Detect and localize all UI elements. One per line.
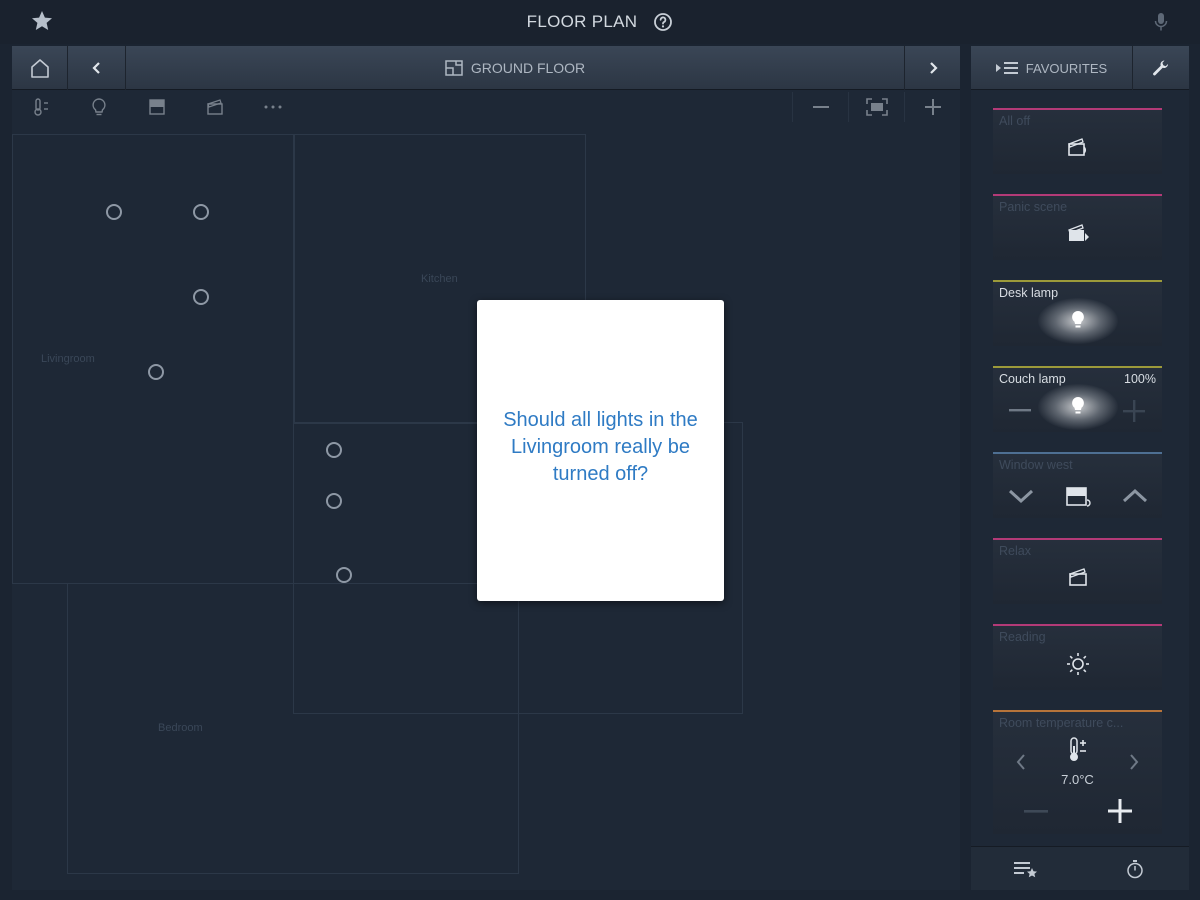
fit-to-screen-button[interactable] bbox=[848, 92, 904, 122]
light-bulb-icon bbox=[993, 310, 1162, 330]
light-marker[interactable] bbox=[326, 442, 342, 458]
floor-plan-icon bbox=[445, 60, 463, 76]
room-label: Kitchen bbox=[421, 273, 458, 285]
light-marker[interactable] bbox=[193, 204, 209, 220]
favourite-tile-room-temperature[interactable]: Room temperature c... 7.0°C bbox=[993, 710, 1162, 834]
chevron-up-icon bbox=[1122, 488, 1148, 503]
tile-title: Window west bbox=[999, 458, 1073, 472]
confirmation-dialog[interactable]: Should all lights in the Livingroom real… bbox=[477, 300, 724, 601]
plus-icon bbox=[1108, 799, 1132, 823]
light-marker[interactable] bbox=[148, 364, 164, 380]
next-floor-button[interactable] bbox=[904, 46, 960, 90]
temperature-increase-button[interactable] bbox=[1105, 798, 1135, 824]
room-livingroom[interactable]: Livingroom bbox=[12, 134, 294, 584]
tile-title: Desk lamp bbox=[999, 286, 1059, 300]
light-marker[interactable] bbox=[326, 493, 342, 509]
favourite-tile-reading[interactable]: Reading bbox=[993, 624, 1162, 690]
room-bedroom[interactable]: Bedroom bbox=[67, 583, 519, 874]
favourite-tile-all-off[interactable]: All off bbox=[993, 108, 1162, 174]
tile-title: Reading bbox=[999, 630, 1046, 644]
temperature-value: 7.0°C bbox=[1061, 772, 1094, 787]
fit-screen-icon bbox=[865, 98, 888, 116]
chevron-right-icon bbox=[1130, 754, 1139, 770]
tile-title: Panic scene bbox=[999, 200, 1068, 214]
dialog-message: Should all lights in the Livingroom real… bbox=[503, 409, 698, 485]
favourite-tile-desk-lamp[interactable]: Desk lamp bbox=[993, 280, 1162, 346]
chevron-left-icon bbox=[91, 62, 100, 74]
floor-selector[interactable]: GROUND FLOOR bbox=[126, 46, 904, 90]
dimmer-value: 100% bbox=[1124, 372, 1156, 386]
page-title: FLOOR PLAN bbox=[526, 12, 638, 31]
more-filter-button[interactable] bbox=[258, 92, 288, 122]
dim-up-button[interactable] bbox=[1121, 398, 1147, 424]
plus-icon bbox=[1123, 400, 1145, 422]
home-icon bbox=[30, 59, 49, 78]
star-icon[interactable] bbox=[30, 9, 54, 33]
sun-icon bbox=[993, 652, 1162, 676]
scene-icon bbox=[993, 222, 1162, 244]
list-star-icon bbox=[1013, 862, 1037, 878]
blinds-filter-button[interactable] bbox=[142, 92, 172, 122]
favourites-footer bbox=[971, 846, 1189, 890]
tile-title: Room temperature c... bbox=[999, 716, 1124, 730]
manage-favourites-button[interactable] bbox=[971, 847, 1080, 891]
edit-favourites-button[interactable] bbox=[1133, 46, 1189, 90]
favourites-panel: FAVOURITES All off Panic scene Desk lamp… bbox=[971, 46, 1189, 890]
more-dots-icon bbox=[264, 105, 282, 109]
timer-button[interactable] bbox=[1080, 847, 1189, 891]
microphone-icon[interactable] bbox=[1154, 12, 1168, 32]
light-marker[interactable] bbox=[193, 289, 209, 305]
floor-plan-toolbar bbox=[12, 92, 960, 122]
favourite-tile-panic-scene[interactable]: Panic scene bbox=[993, 194, 1162, 260]
thermometer-icon bbox=[34, 98, 48, 116]
chevron-right-icon bbox=[929, 62, 938, 74]
favourite-tile-relax[interactable]: Relax bbox=[993, 538, 1162, 604]
room-label: Livingroom bbox=[41, 353, 95, 365]
minus-icon bbox=[1024, 810, 1048, 813]
temperature-next-button[interactable] bbox=[1124, 750, 1144, 774]
room-label: Bedroom bbox=[158, 722, 203, 734]
wrench-icon bbox=[1153, 60, 1168, 76]
favourites-tab[interactable]: FAVOURITES bbox=[971, 46, 1133, 90]
light-marker[interactable] bbox=[106, 204, 122, 220]
floor-label: GROUND FLOOR bbox=[470, 60, 586, 76]
clapperboard-icon bbox=[993, 566, 1162, 588]
stopwatch-icon bbox=[1126, 860, 1143, 879]
favourites-header: FAVOURITES bbox=[971, 46, 1189, 90]
tile-title: Couch lamp bbox=[999, 372, 1066, 386]
favourites-label: FAVOURITES bbox=[1025, 60, 1108, 76]
help-icon[interactable] bbox=[653, 12, 673, 32]
top-bar: FLOOR PLAN bbox=[0, 0, 1200, 44]
light-marker[interactable] bbox=[336, 567, 352, 583]
floor-navigation-bar: GROUND FLOOR bbox=[12, 46, 960, 90]
plus-icon bbox=[924, 99, 941, 115]
blind-up-button[interactable] bbox=[1121, 486, 1149, 506]
previous-floor-button[interactable] bbox=[68, 46, 126, 90]
favourites-list-icon bbox=[995, 62, 1018, 74]
minus-icon bbox=[812, 106, 829, 108]
tile-title: Relax bbox=[999, 544, 1031, 558]
scene-icon bbox=[993, 136, 1162, 158]
blinds-icon bbox=[149, 99, 165, 115]
climate-filter-button[interactable] bbox=[26, 92, 56, 122]
scenes-filter-button[interactable] bbox=[200, 92, 230, 122]
light-bulb-icon bbox=[92, 98, 106, 116]
temperature-decrease-button[interactable] bbox=[1021, 798, 1051, 824]
zoom-in-button[interactable] bbox=[904, 92, 960, 122]
tile-title: All off bbox=[999, 114, 1031, 128]
clapperboard-icon bbox=[207, 99, 223, 115]
favourite-tile-window-west[interactable]: Window west bbox=[993, 452, 1162, 518]
favourite-tile-couch-lamp[interactable]: Couch lamp 100% bbox=[993, 366, 1162, 432]
lights-filter-button[interactable] bbox=[84, 92, 114, 122]
zoom-out-button[interactable] bbox=[792, 92, 848, 122]
home-button[interactable] bbox=[12, 46, 68, 90]
